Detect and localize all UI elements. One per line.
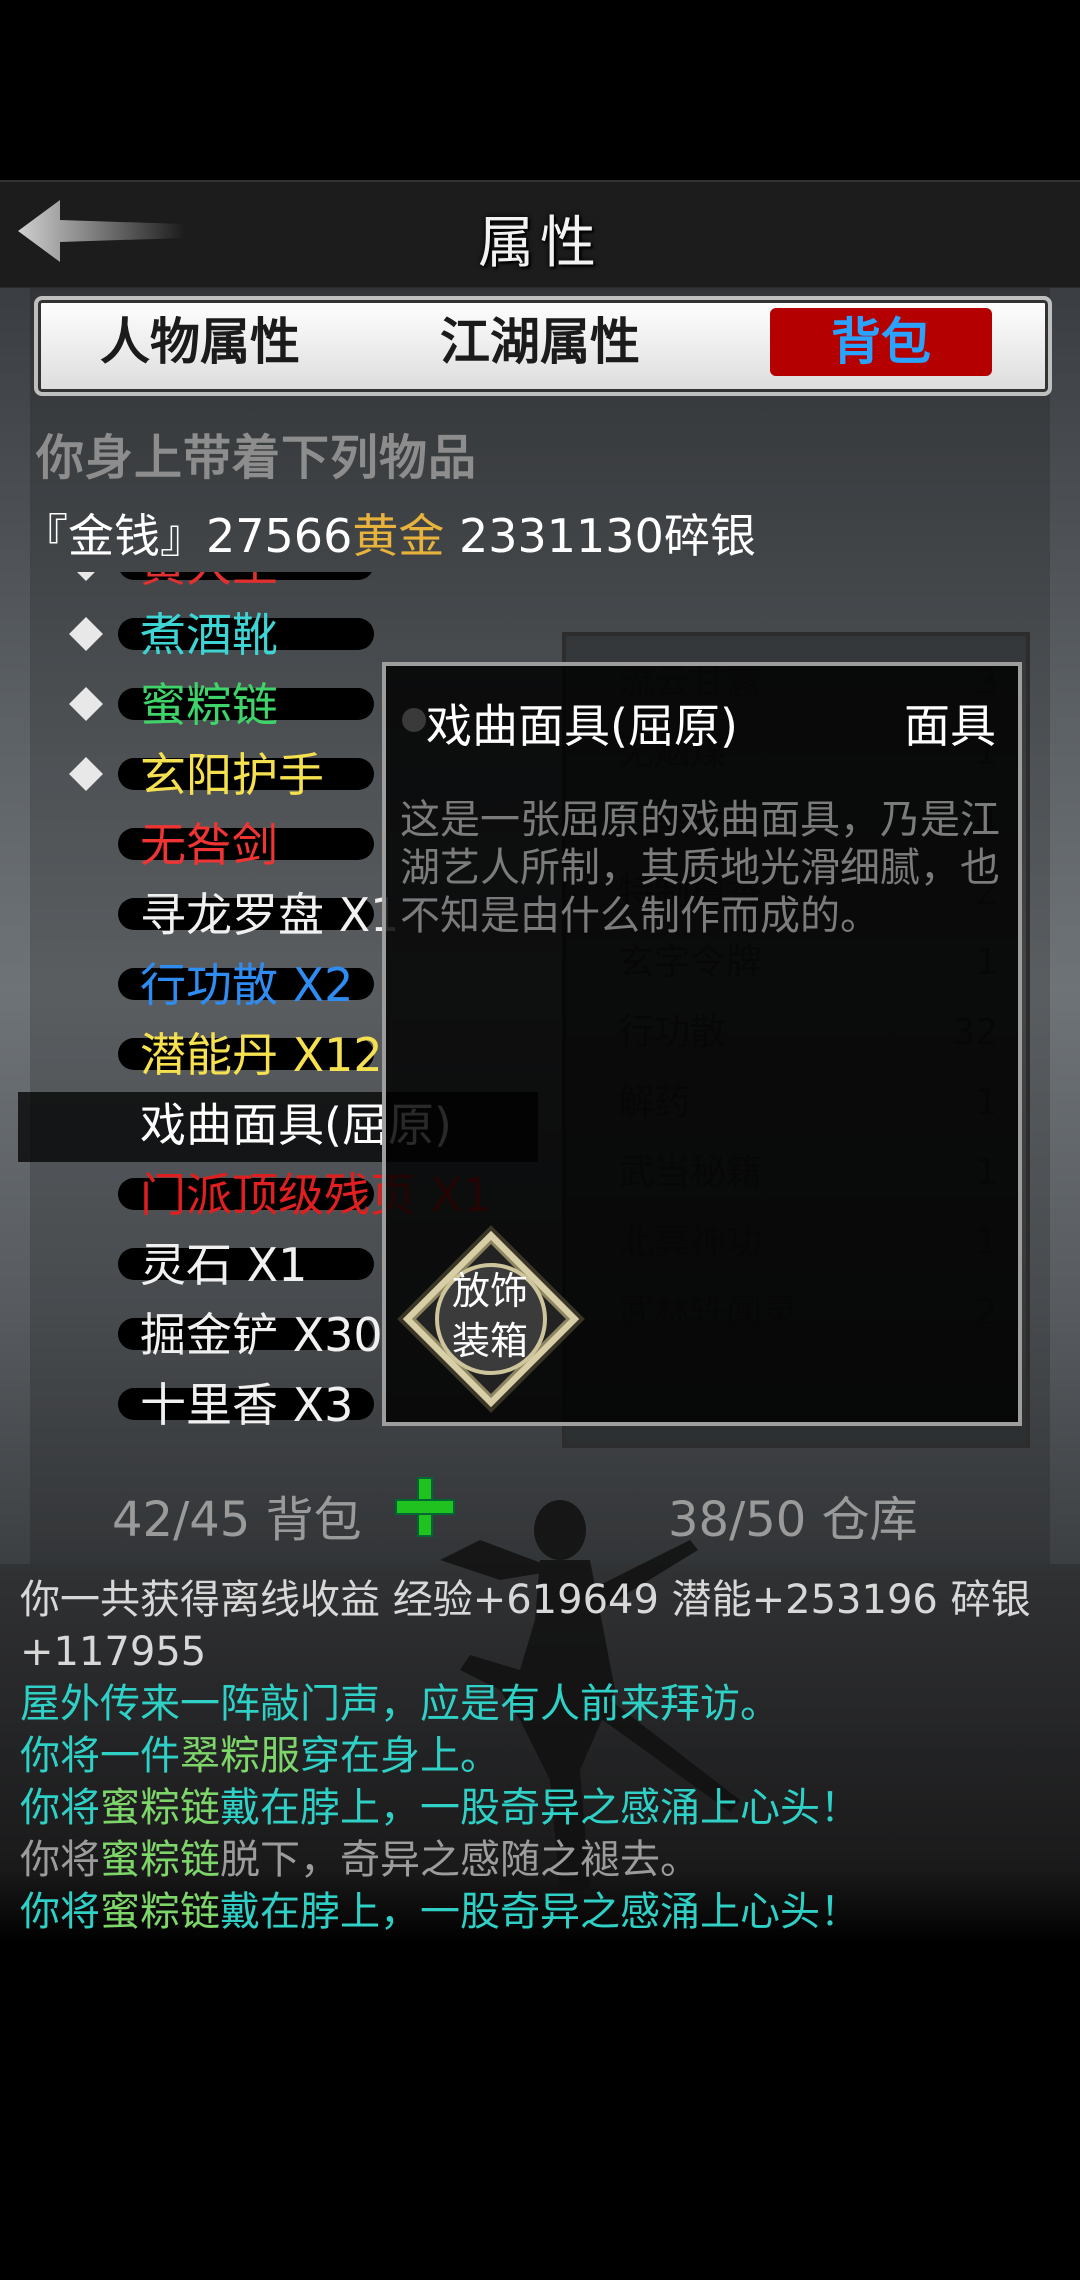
item-label: 灵石 X1 <box>140 1238 308 1292</box>
item-label: 无咎剑 <box>140 818 278 872</box>
equipped-diamond-icon <box>69 617 103 651</box>
tab-character-attributes[interactable]: 人物属性 <box>70 308 330 376</box>
item-label: 潜能丹 X12 <box>140 1028 383 1082</box>
gold-amount: 27566 <box>206 509 353 563</box>
log-item-name: 翠粽服 <box>180 1733 300 1779</box>
gold-unit: 黄金 <box>352 509 445 563</box>
popup-item-name: 戏曲面具(屈原) <box>426 699 738 753</box>
log-text: 你将 <box>20 1889 100 1935</box>
message-log: 你一共获得离线收益 经验+619649 潜能+253196 碎银+117955 … <box>20 1574 1070 1938</box>
log-text: 穿在身上。 <box>300 1733 500 1779</box>
log-line: 屋外传来一阵敲门声，应是有人前来拜访。 <box>20 1681 780 1727</box>
item-row[interactable]: 煮酒靴 <box>0 600 560 670</box>
item-label: 黄大王 <box>140 572 278 600</box>
popup-bullet-icon <box>402 708 426 732</box>
popup-item-type: 面具 <box>904 699 996 753</box>
log-line: 你一共获得离线收益 经验+619649 潜能+253196 碎银+117955 <box>20 1577 1031 1675</box>
equip-button-line1: 放饰 <box>451 1269 528 1313</box>
log-text: 你将一件 <box>20 1733 180 1779</box>
equip-box-button-label: 放饰 装箱 <box>446 1266 534 1366</box>
log-item-name: 蜜粽链 <box>100 1837 220 1883</box>
item-label: 十里香 X3 <box>140 1378 354 1432</box>
log-text: 你将 <box>20 1785 100 1831</box>
log-text: 你将 <box>20 1837 100 1883</box>
log-line: 你将蜜粽链脱下，奇异之感随之褪去。 <box>20 1834 1070 1886</box>
log-text: 戴在脖上，一股奇异之感涌上心头！ <box>220 1889 860 1935</box>
log-item-name: 蜜粽链 <box>100 1785 220 1831</box>
bag-capacity: 42/45 背包 <box>112 1492 362 1548</box>
log-line: 你将蜜粽链戴在脖上，一股奇异之感涌上心头！ <box>20 1782 1070 1834</box>
log-text: 戴在脖上，一股奇异之感涌上心头！ <box>220 1785 860 1831</box>
log-text: 脱下，奇异之感随之褪去。 <box>220 1837 700 1883</box>
equipped-diamond-icon <box>69 572 103 581</box>
item-label: 行功散 X2 <box>140 958 354 1012</box>
item-row[interactable]: 黄大王 <box>0 572 560 600</box>
log-line: 你将蜜粽链戴在脖上，一股奇异之感涌上心头！ <box>20 1886 1070 1938</box>
tab-jianghu-attributes[interactable]: 江湖属性 <box>410 308 670 376</box>
equipped-diamond-icon <box>69 757 103 791</box>
log-line: 你将一件翠粽服穿在身上。 <box>20 1730 1070 1782</box>
silver-unit: 碎银 <box>663 509 756 563</box>
tab-backpack[interactable]: 背包 <box>770 308 992 376</box>
item-label: 掘金铲 X30 <box>140 1308 383 1362</box>
silver-amount: 2331130 <box>444 509 664 563</box>
item-label: 玄阳护手 <box>140 748 324 802</box>
money-line: 『金钱』27566黄金 2331130碎银 <box>22 500 756 566</box>
popup-item-description: 这是一张屈原的戏曲面具，乃是江湖艺人所制，其质地光滑细腻，也不知是由什么制作而成… <box>400 797 1000 939</box>
equipped-diamond-icon <box>69 687 103 721</box>
inventory-heading: 你身上带着下列物品 <box>36 430 478 486</box>
item-label: 寻龙罗盘 X1 <box>140 888 400 942</box>
page-title: 属性 <box>478 211 602 276</box>
item-label: 煮酒靴 <box>140 608 278 662</box>
log-item-name: 蜜粽链 <box>100 1889 220 1935</box>
equip-button-line2: 装箱 <box>451 1319 528 1363</box>
item-label: 蜜粽链 <box>140 678 278 732</box>
money-label: 『金钱』 <box>22 509 206 563</box>
